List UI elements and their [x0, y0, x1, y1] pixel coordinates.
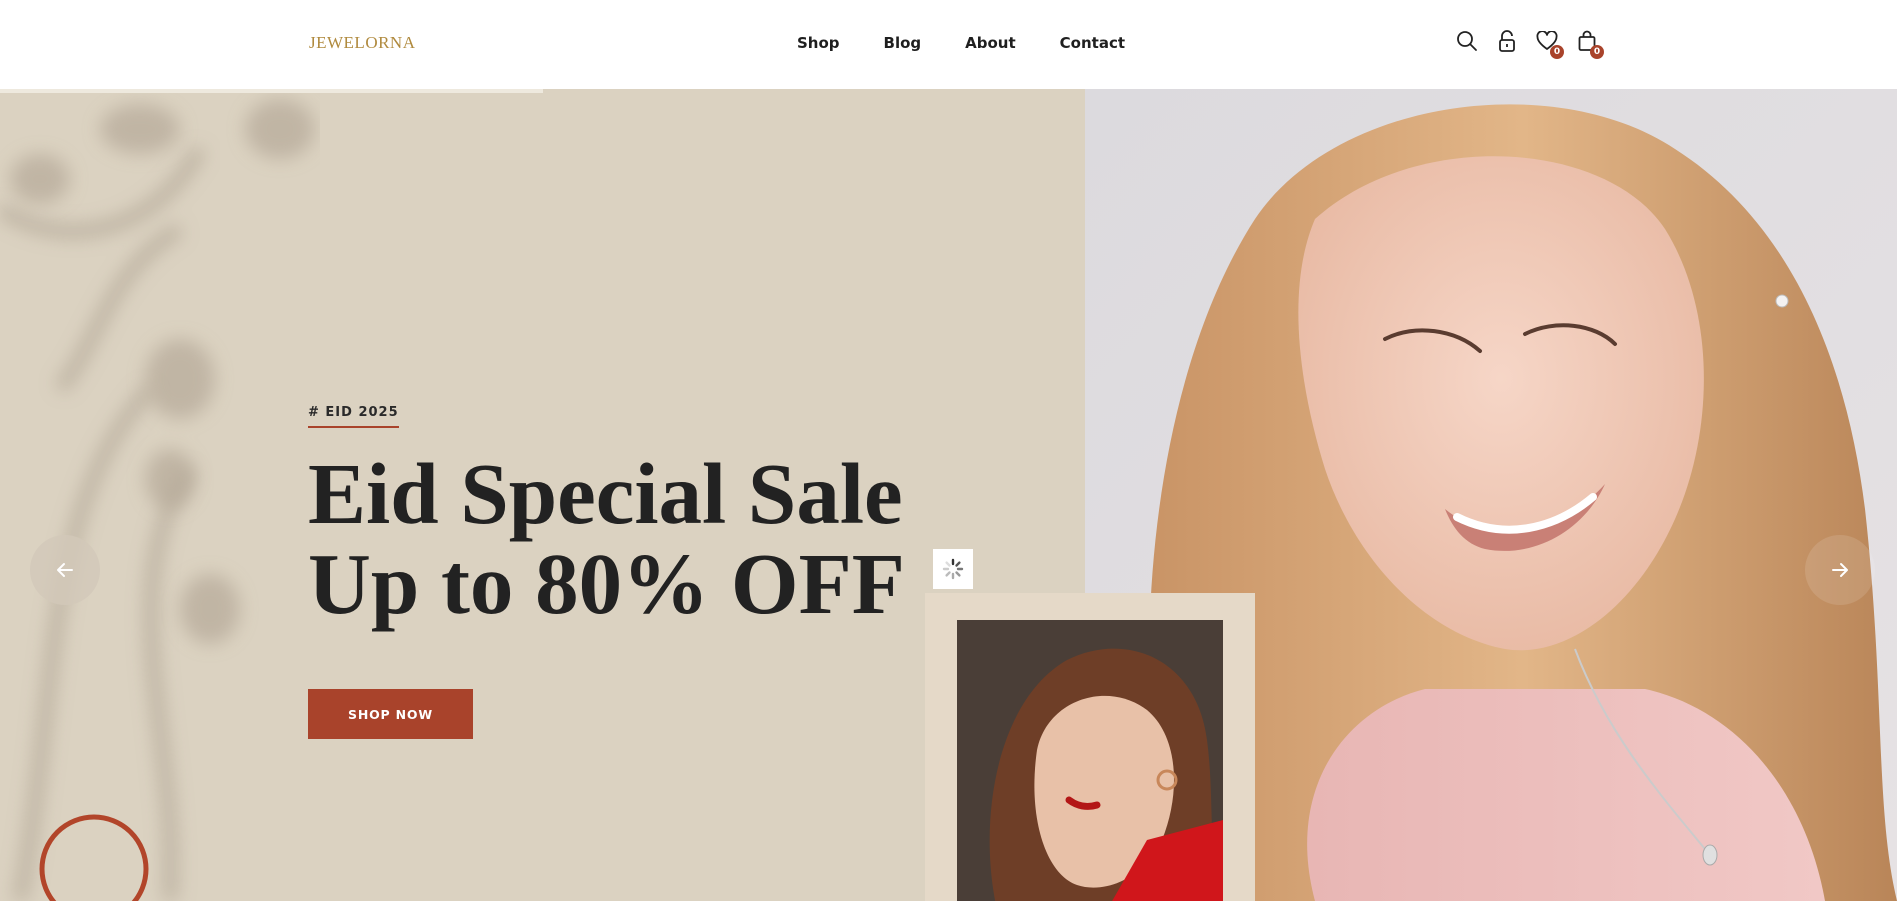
- slider-prev-button[interactable]: [30, 535, 100, 605]
- wishlist-count-badge: 0: [1550, 45, 1564, 59]
- account-button[interactable]: [1494, 28, 1520, 54]
- hero-headline: Eid Special Sale Up to 80% OFF: [308, 449, 905, 629]
- spinner-icon: [942, 558, 964, 580]
- arrow-left-icon: [57, 563, 73, 577]
- nav-contact[interactable]: Contact: [1060, 34, 1125, 52]
- site-header: JEWELORNA Shop Blog About Contact 0 0: [0, 0, 1897, 89]
- slider-next-button[interactable]: [1805, 535, 1875, 605]
- shop-now-button[interactable]: SHOP NOW: [308, 689, 473, 739]
- hero-tag: # EID 2025: [308, 405, 399, 428]
- headline-line-2: Up to 80% OFF: [308, 535, 905, 632]
- nav-shop[interactable]: Shop: [797, 34, 840, 52]
- wishlist-button[interactable]: 0: [1534, 28, 1564, 59]
- slider-progress-fill: [0, 89, 543, 93]
- arrow-right-icon: [1832, 563, 1848, 577]
- headline-line-1: Eid Special Sale: [308, 445, 903, 542]
- floral-decoration: [0, 99, 315, 901]
- nav-about[interactable]: About: [965, 34, 1016, 52]
- slider-progress-bar: [0, 89, 1897, 93]
- nav-blog[interactable]: Blog: [884, 34, 922, 52]
- lock-icon: [1499, 30, 1515, 52]
- cart-button[interactable]: 0: [1574, 28, 1604, 59]
- inset-model-image: [957, 620, 1223, 901]
- cart-count-badge: 0: [1590, 45, 1604, 59]
- search-button[interactable]: [1454, 28, 1480, 54]
- main-nav: Shop Blog About Contact: [797, 34, 1125, 52]
- loading-indicator: [933, 549, 973, 589]
- search-icon: [1457, 31, 1477, 51]
- hero-slider: # EID 2025 Eid Special Sale Up to 80% OF…: [0, 89, 1897, 901]
- logo[interactable]: JEWELORNA: [309, 33, 415, 53]
- header-icons: 0 0: [1454, 28, 1604, 59]
- inset-portrait: [957, 620, 1223, 901]
